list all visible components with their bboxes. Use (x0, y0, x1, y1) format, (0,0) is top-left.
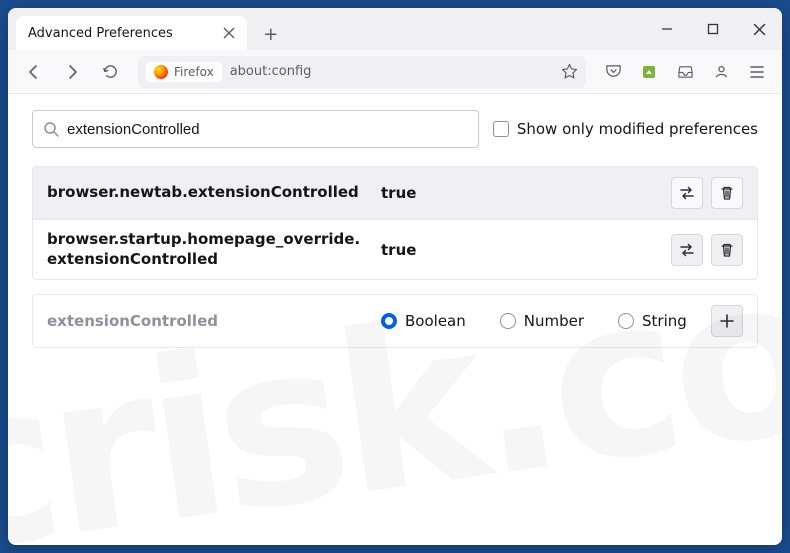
pocket-icon[interactable] (598, 57, 628, 87)
search-icon (43, 121, 59, 137)
close-tab-icon[interactable] (223, 27, 235, 39)
pref-value: true (381, 184, 659, 202)
pref-search-input[interactable] (67, 121, 468, 138)
new-pref-type-group: Boolean Number String (381, 312, 699, 330)
forward-button[interactable] (56, 56, 88, 88)
pref-value: true (381, 241, 659, 259)
extension-icon[interactable] (634, 57, 664, 87)
type-label: Number (524, 312, 584, 330)
account-icon[interactable] (706, 57, 736, 87)
pref-name: browser.startup.homepage_override.extens… (47, 230, 369, 269)
window-close-button[interactable] (736, 8, 782, 50)
radio-icon (618, 313, 634, 329)
show-modified-checkbox-row[interactable]: Show only modified preferences (493, 120, 758, 138)
show-modified-checkbox[interactable] (493, 121, 509, 137)
inbox-icon[interactable] (670, 57, 700, 87)
url-bar[interactable]: Firefox about:config (138, 56, 586, 88)
pref-row: browser.newtab.extensionControlled true (33, 167, 757, 220)
delete-pref-button[interactable] (711, 177, 743, 209)
url-text: about:config (230, 64, 553, 79)
radio-icon (381, 313, 397, 329)
back-button[interactable] (18, 56, 50, 88)
pref-search-box[interactable] (32, 110, 479, 148)
new-tab-button[interactable]: + (255, 18, 287, 50)
add-pref-button[interactable] (711, 305, 743, 337)
pref-name: browser.newtab.extensionControlled (47, 183, 369, 203)
toggle-pref-button[interactable] (671, 177, 703, 209)
app-menu-icon[interactable] (742, 57, 772, 87)
browser-tab[interactable]: Advanced Preferences (16, 16, 247, 50)
identity-label: Firefox (174, 65, 214, 79)
window-maximize-button[interactable] (690, 8, 736, 50)
show-modified-label: Show only modified preferences (517, 120, 758, 138)
add-pref-row: extensionControlled Boolean Number Strin… (32, 294, 758, 348)
type-number-option[interactable]: Number (500, 312, 584, 330)
type-label: Boolean (405, 312, 466, 330)
url-identity-box[interactable]: Firefox (146, 62, 222, 82)
type-label: String (642, 312, 687, 330)
toggle-pref-button[interactable] (671, 234, 703, 266)
type-boolean-option[interactable]: Boolean (381, 312, 466, 330)
about-config-content: Show only modified preferences browser.n… (8, 94, 782, 545)
reload-button[interactable] (94, 56, 126, 88)
pref-row: browser.startup.homepage_override.extens… (33, 220, 757, 279)
radio-icon (500, 313, 516, 329)
window-minimize-button[interactable] (644, 8, 690, 50)
titlebar: Advanced Preferences + (8, 8, 782, 50)
delete-pref-button[interactable] (711, 234, 743, 266)
bookmark-star-icon[interactable] (561, 63, 578, 80)
firefox-icon (154, 65, 168, 79)
type-string-option[interactable]: String (618, 312, 687, 330)
new-pref-name: extensionControlled (47, 312, 369, 330)
navigation-toolbar: Firefox about:config (8, 50, 782, 94)
prefs-table: browser.newtab.extensionControlled true … (32, 166, 758, 280)
tab-title: Advanced Preferences (28, 26, 173, 41)
